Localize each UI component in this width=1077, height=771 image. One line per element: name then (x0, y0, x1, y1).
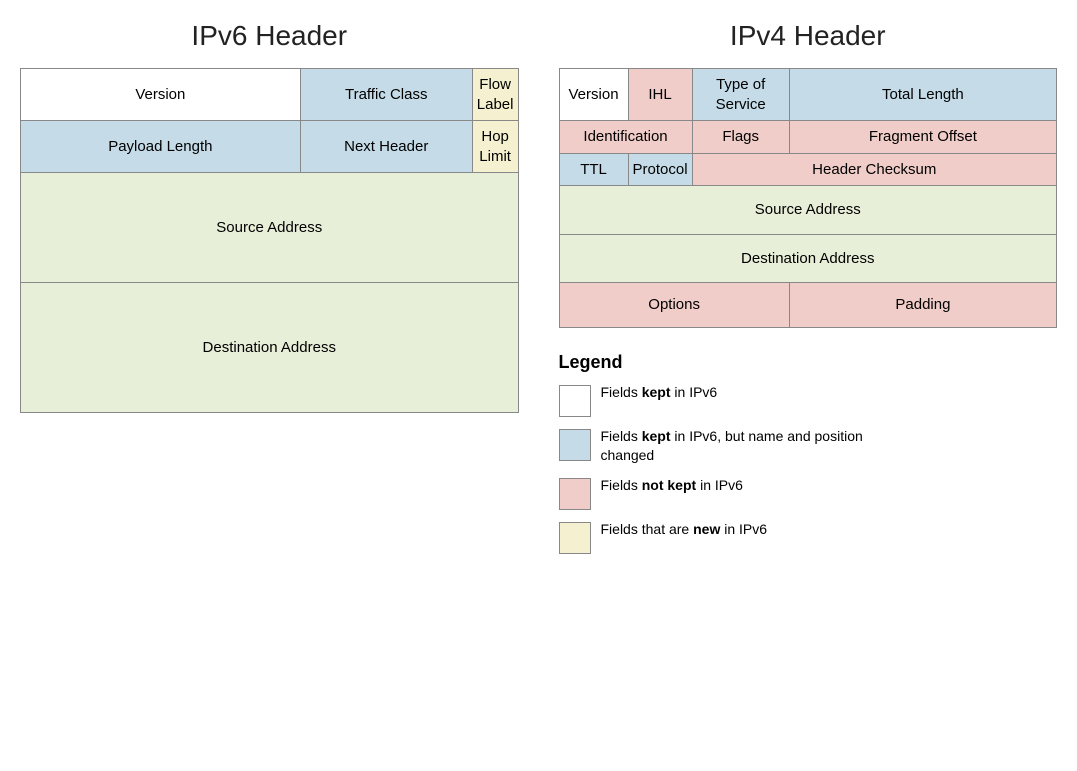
ipv4-fragment-offset: Fragment Offset (789, 121, 1056, 154)
legend-item-white: Fields kept in IPv6 (559, 383, 1058, 417)
ipv4-version: Version (559, 69, 628, 121)
ipv6-hop-limit: Hop Limit (472, 121, 518, 173)
ipv6-destination-address: Destination Address (21, 283, 519, 413)
ipv6-traffic-class: Traffic Class (300, 69, 472, 121)
ipv4-flags: Flags (692, 121, 789, 154)
legend-text-yellow: Fields that are new in IPv6 (601, 520, 768, 540)
ipv4-header-checksum: Header Checksum (692, 153, 1056, 186)
main-container: IPv6 Header Version Traffic Class Flow L… (20, 20, 1057, 564)
table-row: TTL Protocol Header Checksum (559, 153, 1057, 186)
table-row: Identification Flags Fragment Offset (559, 121, 1057, 154)
table-row: Version IHL Type of Service Total Length (559, 69, 1057, 121)
ipv6-payload-length: Payload Length (21, 121, 301, 173)
ipv4-protocol: Protocol (628, 153, 692, 186)
legend-text-pink: Fields not kept in IPv6 (601, 476, 743, 496)
legend: Legend Fields kept in IPv6 Fields kept i… (559, 352, 1058, 554)
ipv4-options: Options (559, 283, 789, 328)
ipv6-next-header: Next Header (300, 121, 472, 173)
table-row: Version Traffic Class Flow Label (21, 69, 519, 121)
ipv6-source-address: Source Address (21, 173, 519, 283)
legend-item-pink: Fields not kept in IPv6 (559, 476, 1058, 510)
legend-title: Legend (559, 352, 1058, 373)
ipv4-total-length: Total Length (789, 69, 1056, 121)
ipv6-section: IPv6 Header Version Traffic Class Flow L… (20, 20, 519, 564)
ipv4-title: IPv4 Header (559, 20, 1058, 52)
legend-item-blue: Fields kept in IPv6, but name and positi… (559, 427, 1058, 466)
ipv4-padding: Padding (789, 283, 1056, 328)
table-row: Options Padding (559, 283, 1057, 328)
legend-text-white: Fields kept in IPv6 (601, 383, 718, 403)
ipv6-version: Version (21, 69, 301, 121)
table-row: Destination Address (21, 283, 519, 413)
table-row: Source Address (21, 173, 519, 283)
ipv4-identification: Identification (559, 121, 692, 154)
legend-swatch-yellow (559, 522, 591, 554)
legend-item-yellow: Fields that are new in IPv6 (559, 520, 1058, 554)
ipv4-source-address: Source Address (559, 186, 1057, 235)
legend-swatch-white (559, 385, 591, 417)
ipv4-type-of-service: Type of Service (692, 69, 789, 121)
ipv6-title: IPv6 Header (20, 20, 519, 52)
ipv4-destination-address: Destination Address (559, 234, 1057, 283)
table-row: Payload Length Next Header Hop Limit (21, 121, 519, 173)
table-row: Source Address (559, 186, 1057, 235)
legend-swatch-pink (559, 478, 591, 510)
ipv6-table: Version Traffic Class Flow Label Payload… (20, 68, 519, 413)
ipv4-section: IPv4 Header Version IHL Type of Service … (559, 20, 1058, 564)
ipv4-table: Version IHL Type of Service Total Length… (559, 68, 1058, 328)
ipv6-flow-label: Flow Label (472, 69, 518, 121)
ipv4-ttl: TTL (559, 153, 628, 186)
legend-swatch-blue (559, 429, 591, 461)
ipv4-ihl: IHL (628, 69, 692, 121)
legend-text-blue: Fields kept in IPv6, but name and positi… (601, 427, 881, 466)
table-row: Destination Address (559, 234, 1057, 283)
